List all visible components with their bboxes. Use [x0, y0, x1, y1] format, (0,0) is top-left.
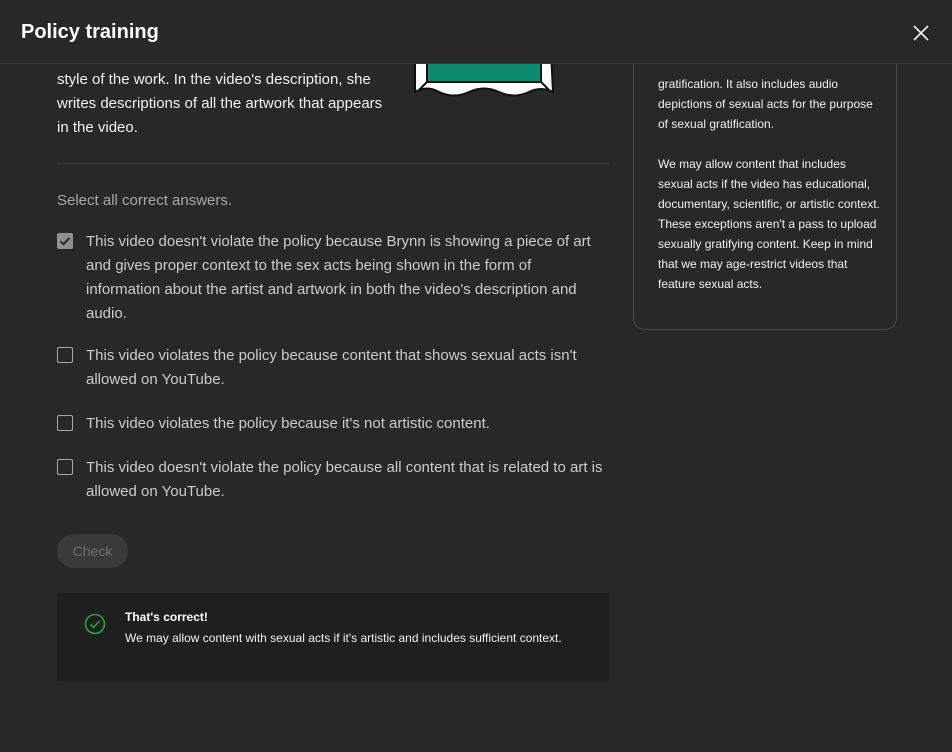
close-button[interactable] [906, 18, 936, 48]
checkmark-icon [59, 236, 70, 246]
answer-option-1[interactable]: This video doesn't violate the policy be… [57, 230, 609, 326]
answer-label-2[interactable]: This video violates the policy because c… [86, 344, 609, 392]
policy-card: gratification. It also includes audio de… [633, 64, 897, 330]
answer-option-4[interactable]: This video doesn't violate the policy be… [57, 456, 609, 504]
policy-paragraph-2: We may allow content that includes sexua… [658, 157, 880, 291]
check-circle-icon [84, 613, 106, 635]
answer-label-1[interactable]: This video doesn't violate the policy be… [86, 230, 609, 326]
dialog-header: Policy training [0, 0, 952, 64]
check-button[interactable]: Check [57, 534, 128, 568]
feedback-body: We may allow content with sexual acts if… [125, 631, 562, 645]
instruction-text: Select all correct answers. [57, 192, 233, 209]
answer-option-3[interactable]: This video violates the policy because i… [57, 412, 609, 436]
answer-option-2[interactable]: This video violates the policy because c… [57, 344, 609, 392]
answer-checkbox-1[interactable] [57, 233, 73, 249]
artwork-illustration [414, 64, 555, 97]
dialog-content[interactable]: style of the work. In the video's descri… [0, 64, 952, 752]
divider [57, 163, 609, 164]
answer-checkbox-2[interactable] [57, 347, 73, 363]
feedback-banner: That's correct! We may allow content wit… [57, 593, 609, 681]
answer-checkbox-3[interactable] [57, 415, 73, 431]
feedback-title: That's correct! [125, 610, 208, 624]
answer-checkbox-4[interactable] [57, 459, 73, 475]
answer-label-3[interactable]: This video violates the policy because i… [86, 412, 609, 436]
scenario-text: style of the work. In the video's descri… [57, 71, 383, 136]
close-icon [913, 25, 929, 41]
dialog-title: Policy training [21, 21, 159, 43]
answer-label-4[interactable]: This video doesn't violate the policy be… [86, 456, 609, 504]
policy-paragraph-1: gratification. It also includes audio de… [658, 77, 873, 131]
